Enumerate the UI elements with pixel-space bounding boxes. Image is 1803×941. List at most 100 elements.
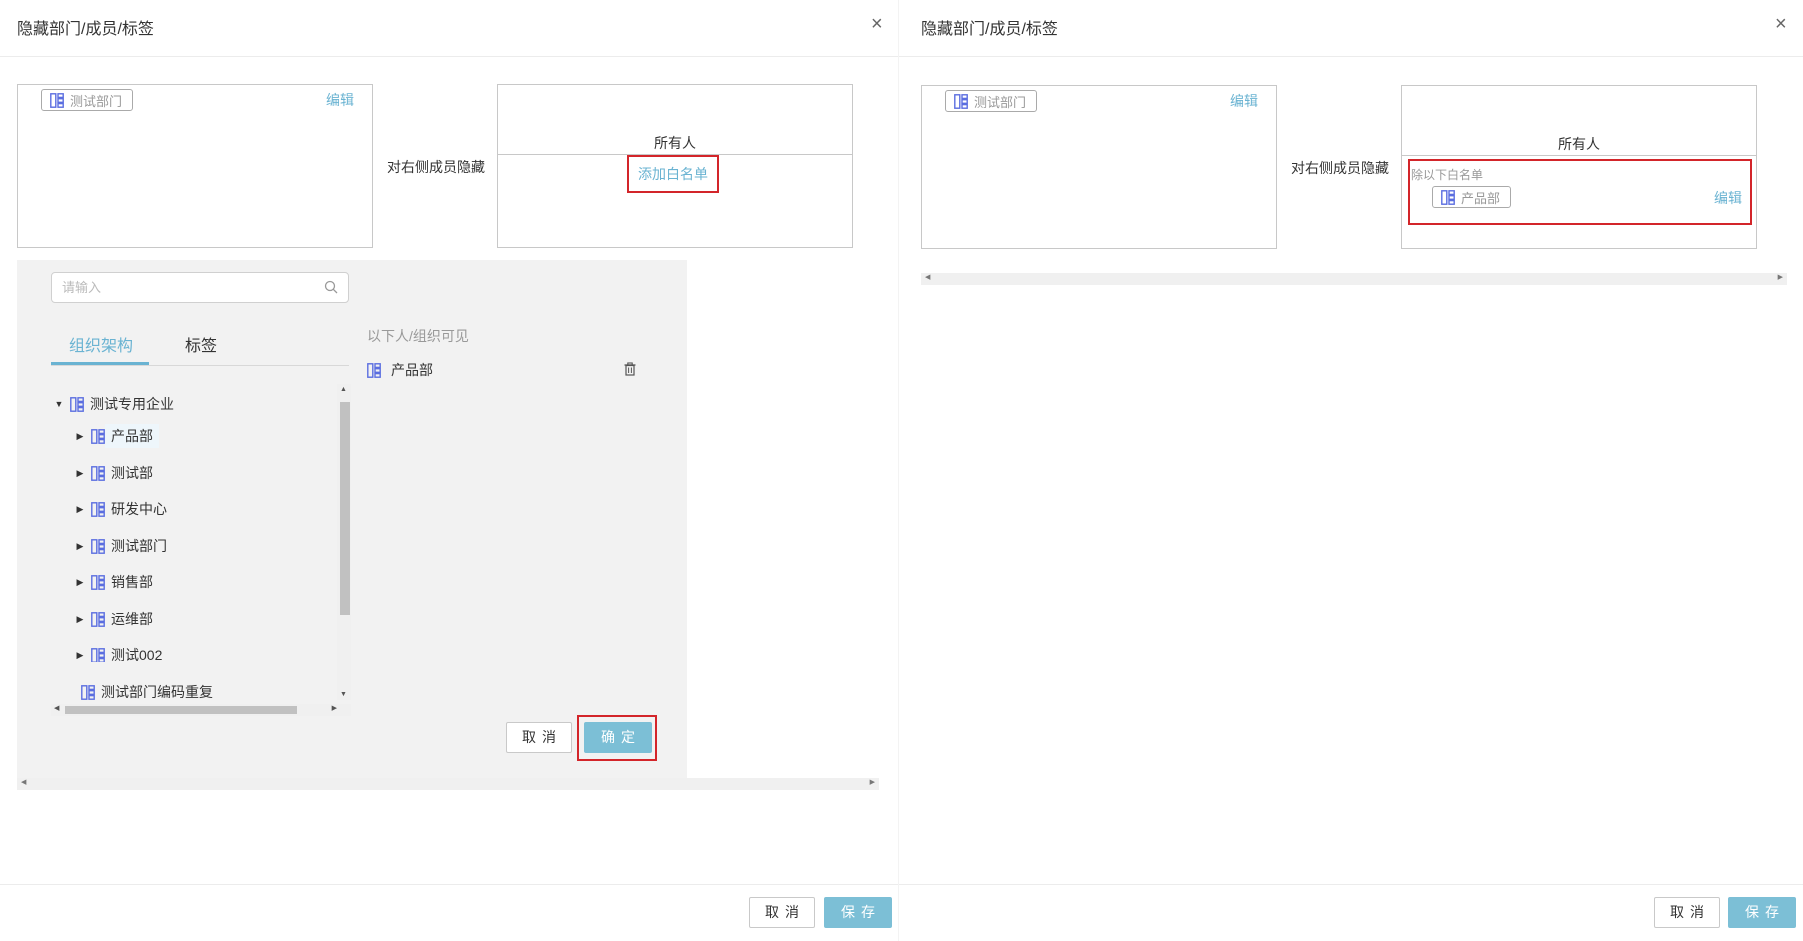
trash-icon[interactable] (623, 362, 637, 376)
footer-divider (0, 884, 898, 885)
whitelist-tag: 产品部 (1432, 186, 1512, 208)
hidden-dept-box: 测试部门 编辑 (17, 84, 373, 248)
dept-tag: 测试部门 (41, 89, 134, 111)
department-icon (954, 93, 968, 109)
scroll-up-icon[interactable]: ▲ (340, 386, 347, 393)
save-button[interactable]: 保存 (1728, 897, 1796, 928)
tree-node-label: 运维部 (111, 611, 153, 627)
selected-item-label: 产品部 (391, 362, 433, 378)
scroll-right-icon[interactable]: ▶ (870, 778, 875, 786)
scroll-right-icon[interactable]: ▶ (332, 704, 337, 712)
caret-right-icon[interactable]: ▶ (75, 614, 85, 625)
edit-hidden-depts-link[interactable]: 编辑 (326, 90, 354, 110)
tree-vertical-scrollbar[interactable]: ▲ ▼ (337, 384, 351, 700)
department-icon (367, 362, 381, 378)
department-icon (91, 538, 105, 554)
department-icon (50, 92, 64, 108)
scroll-left-icon[interactable]: ◀ (54, 704, 59, 712)
department-icon (91, 574, 105, 590)
caret-right-icon[interactable]: ▶ (75, 504, 85, 515)
tree-node-label: 测试部 (111, 465, 153, 481)
all-members-label: 所有人 (654, 135, 696, 151)
dialog-title: 隐藏部门/成员/标签 (17, 21, 154, 38)
tree-node-label: 销售部 (111, 574, 153, 590)
members-box: 所有人 除以下白名单 产品部 编辑 (1401, 85, 1757, 249)
department-icon (1441, 189, 1455, 205)
save-button[interactable]: 保存 (824, 897, 892, 928)
dept-tag-label: 测试部门 (70, 93, 123, 109)
header-divider (899, 56, 1803, 57)
members-section: 所有人 (1402, 86, 1756, 156)
close-icon[interactable]: × (1775, 14, 1787, 34)
tree-node-root[interactable]: ▼ 测试专用企业 (54, 392, 174, 416)
scroll-right-icon[interactable]: ▶ (1778, 273, 1783, 281)
tree-node-rnd[interactable]: ▶ 研发中心 (75, 497, 167, 521)
whitelist-title: 除以下白名单 (1411, 168, 1484, 182)
page-horizontal-scrollbar[interactable]: ◀ ▶ (17, 778, 879, 790)
caret-right-icon[interactable]: ▶ (75, 650, 85, 661)
whitelist-tag-label: 产品部 (1461, 190, 1501, 206)
page-horizontal-scrollbar[interactable]: ◀ ▶ (921, 273, 1787, 285)
tree-node-label: 产品部 (105, 424, 159, 448)
department-icon (91, 611, 105, 627)
tree-node-test[interactable]: ▶ 测试部 (75, 461, 153, 485)
caret-down-icon[interactable]: ▼ (54, 399, 64, 409)
active-tab-indicator (51, 362, 149, 365)
scrollbar-thumb[interactable] (340, 402, 350, 615)
tree-node-label: 测试部门编码重复 (101, 684, 213, 700)
tree-node-test-dept[interactable]: ▶ 测试部门 (75, 534, 167, 558)
edit-hidden-depts-link[interactable]: 编辑 (1230, 91, 1258, 111)
tree-node-label: 研发中心 (111, 501, 167, 517)
add-whitelist-link[interactable]: 添加白名单 (627, 155, 719, 193)
tree-node-label: 测试专用企业 (90, 396, 174, 412)
department-icon (91, 428, 105, 444)
hidden-dept-box: 测试部门 编辑 (921, 85, 1277, 249)
dept-tag: 测试部门 (945, 90, 1038, 112)
search-input[interactable] (62, 280, 302, 295)
left-dialog: 隐藏部门/成员/标签 × 测试部门 编辑 对右侧成员隐藏 所有人 添加白名单 请… (0, 0, 898, 941)
tree-horizontal-scrollbar[interactable]: ◀ ▶ (51, 704, 351, 716)
dialog-title: 隐藏部门/成员/标签 (921, 21, 1058, 38)
caret-right-icon[interactable]: ▶ (75, 541, 85, 552)
scrollbar-thumb[interactable] (65, 706, 297, 714)
search-box (51, 272, 349, 303)
scroll-left-icon[interactable]: ◀ (21, 778, 26, 786)
all-members-label: 所有人 (1558, 136, 1600, 152)
dept-tag-label: 测试部门 (974, 94, 1027, 110)
tree-node-test002[interactable]: ▶ 测试002 (75, 643, 162, 662)
tree-node-label: 测试002 (111, 647, 163, 662)
selected-item: 产品部 (367, 360, 433, 380)
hide-from-label: 对右侧成员隐藏 (1291, 160, 1389, 176)
org-tree: ▼ 测试专用企业 ▶ 产品部 ▶ 测试部 ▶ 研发中心 ▶ 测试部门 ▶ 销售部… (51, 384, 341, 662)
caret-right-icon[interactable]: ▶ (75, 468, 85, 479)
department-icon (91, 647, 105, 662)
tree-node-duplicate-code[interactable]: 测试部门编码重复 (81, 680, 213, 704)
cancel-button[interactable]: 取消 (1654, 897, 1720, 928)
org-picker-panel: 组织架构 标签 ▼ 测试专用企业 ▶ (17, 260, 687, 778)
tab-tags[interactable]: 标签 (185, 332, 217, 356)
picker-tabs: 组织架构 标签 (51, 312, 349, 366)
department-icon (91, 501, 105, 517)
visible-to-title: 以下人/组织可见 (367, 328, 469, 344)
edit-whitelist-link[interactable]: 编辑 (1714, 188, 1742, 208)
department-icon (81, 684, 95, 700)
header-divider (0, 56, 898, 57)
tab-org-structure[interactable]: 组织架构 (69, 332, 133, 356)
scroll-left-icon[interactable]: ◀ (925, 273, 930, 281)
cancel-button[interactable]: 取消 (749, 897, 815, 928)
caret-right-icon[interactable]: ▶ (75, 431, 85, 442)
close-icon[interactable]: × (871, 14, 883, 34)
right-dialog: 隐藏部门/成员/标签 × 测试部门 编辑 对右侧成员隐藏 所有人 除以下白名单 (898, 0, 1803, 941)
whitelist-section: 除以下白名单 产品部 编辑 (1402, 156, 1756, 250)
picker-cancel-button[interactable]: 取消 (506, 722, 572, 753)
tree-node-product[interactable]: ▶ 产品部 (75, 424, 159, 448)
picker-confirm-button[interactable]: 确定 (584, 722, 652, 753)
tree-node-label: 测试部门 (111, 538, 167, 554)
tree-node-sales[interactable]: ▶ 销售部 (75, 570, 153, 594)
tree-node-ops[interactable]: ▶ 运维部 (75, 607, 153, 631)
scroll-down-icon[interactable]: ▼ (340, 691, 347, 698)
footer-divider (899, 884, 1803, 885)
caret-right-icon[interactable]: ▶ (75, 577, 85, 588)
hide-from-label: 对右侧成员隐藏 (387, 159, 485, 175)
search-icon[interactable] (324, 280, 338, 294)
